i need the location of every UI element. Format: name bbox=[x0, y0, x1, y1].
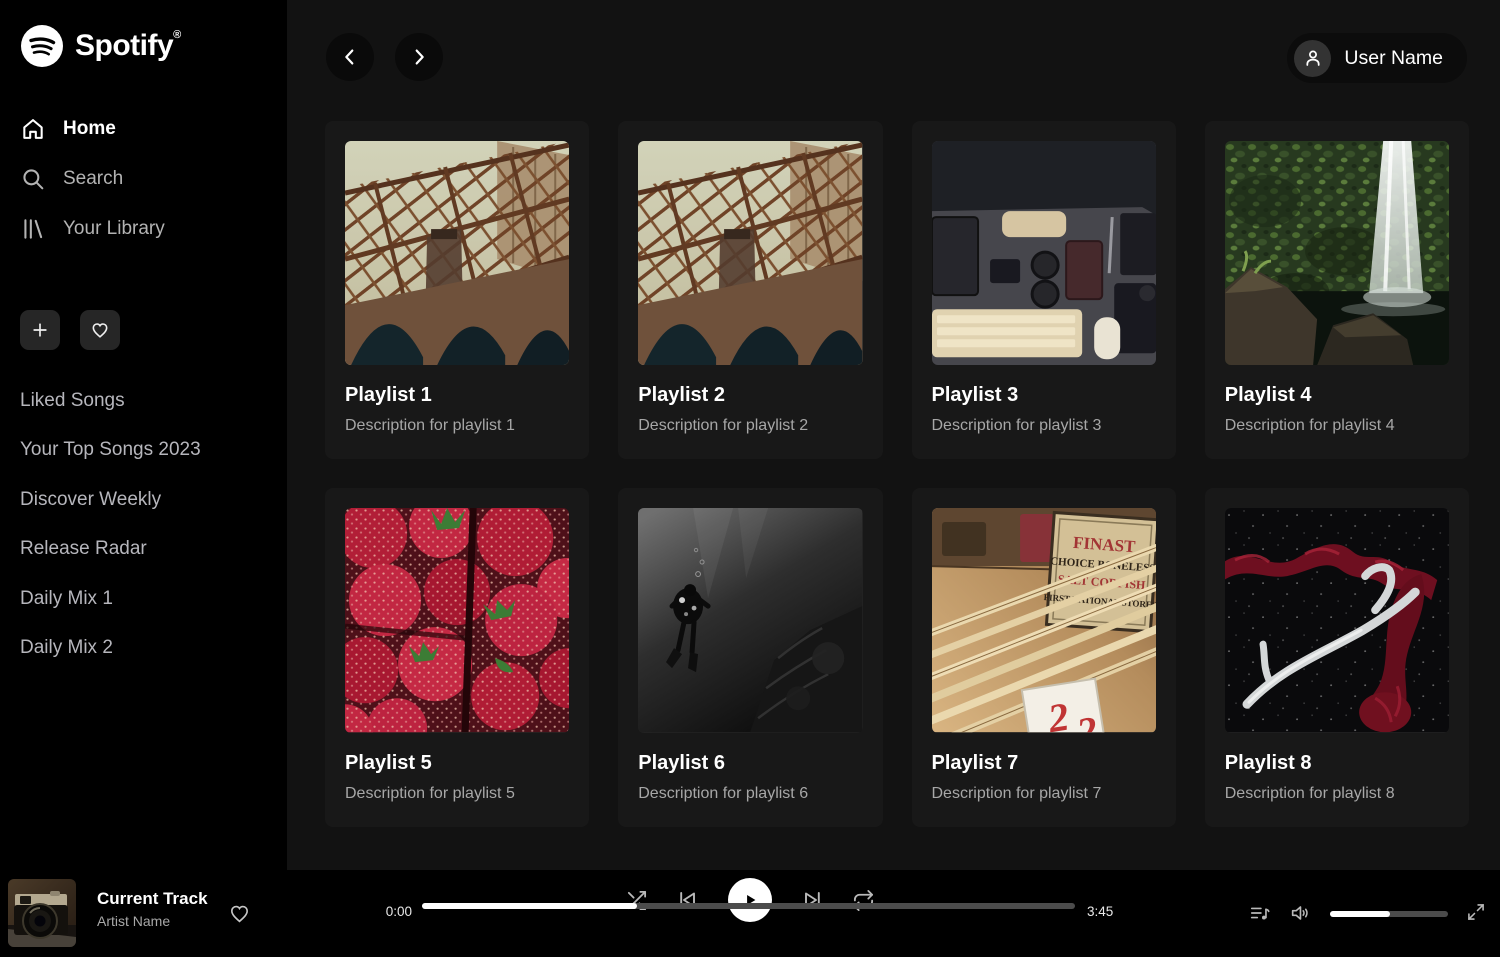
chevron-right-icon bbox=[408, 46, 430, 68]
like-track-button[interactable] bbox=[228, 902, 251, 930]
seek-bar[interactable] bbox=[422, 903, 1075, 909]
sidebar-playlist-list: Liked Songs Your Top Songs 2023 Discover… bbox=[20, 376, 267, 673]
nav-label: Your Library bbox=[63, 218, 165, 240]
playlist-card-3[interactable]: Playlist 3 Description for playlist 3 bbox=[912, 121, 1176, 459]
now-playing-album-art bbox=[8, 879, 76, 947]
spotify-logo-text: Spotify® bbox=[75, 29, 181, 63]
volume-icon bbox=[1289, 902, 1311, 924]
playlist-grid: Playlist 1 Description for playlist 1 Pl… bbox=[325, 121, 1469, 827]
playlist-title: Playlist 1 bbox=[345, 384, 569, 407]
create-playlist-button[interactable] bbox=[20, 310, 60, 350]
playlist-7-cover-rulers-image bbox=[932, 508, 1156, 732]
expand-icon bbox=[1466, 902, 1486, 922]
navigate-back-button[interactable] bbox=[326, 33, 374, 81]
sidebar-actions bbox=[20, 310, 267, 350]
user-menu-button[interactable]: User Name bbox=[1287, 33, 1467, 83]
sidebar-playlist-discover-weekly[interactable]: Discover Weekly bbox=[20, 475, 267, 525]
player-bar: Current Track Artist Name bbox=[0, 870, 1500, 957]
playlist-title: Playlist 6 bbox=[638, 752, 862, 775]
playlist-title: Playlist 8 bbox=[1225, 752, 1449, 775]
play-button[interactable] bbox=[728, 878, 772, 922]
volume-slider[interactable] bbox=[1330, 911, 1448, 917]
playlist-card-7[interactable]: Playlist 7 Description for playlist 7 bbox=[912, 488, 1176, 826]
library-icon bbox=[20, 216, 46, 242]
playlist-title: Playlist 3 bbox=[932, 384, 1156, 407]
sidebar-playlist-daily-mix-2[interactable]: Daily Mix 2 bbox=[20, 624, 267, 674]
sidebar-playlist-your-top-songs-2023[interactable]: Your Top Songs 2023 bbox=[20, 426, 267, 476]
now-playing-title: Current Track bbox=[97, 889, 208, 909]
volume-slider-fill bbox=[1330, 911, 1390, 917]
chevron-left-icon bbox=[339, 46, 361, 68]
playlist-description: Description for playlist 6 bbox=[638, 785, 862, 803]
registered-mark: ® bbox=[173, 29, 181, 41]
playlist-title: Playlist 4 bbox=[1225, 384, 1449, 407]
volume-button[interactable] bbox=[1289, 902, 1311, 924]
avatar bbox=[1294, 40, 1331, 77]
playlist-title: Playlist 7 bbox=[932, 752, 1156, 775]
playlist-card-8[interactable]: Playlist 8 Description for playlist 8 bbox=[1205, 488, 1469, 826]
sidebar-playlist-daily-mix-1[interactable]: Daily Mix 1 bbox=[20, 574, 267, 624]
sidebar: Spotify® Home Search Your Library bbox=[0, 0, 287, 870]
nav-item-search[interactable]: Search bbox=[20, 154, 267, 204]
playlist-description: Description for playlist 2 bbox=[638, 417, 862, 435]
playlist-description: Description for playlist 5 bbox=[345, 785, 569, 803]
spotify-logo-icon bbox=[20, 24, 64, 68]
elapsed-time: 0:00 bbox=[372, 904, 412, 919]
vintage-camera-image bbox=[8, 879, 76, 947]
playlist-card-1[interactable]: Playlist 1 Description for playlist 1 bbox=[325, 121, 589, 459]
search-icon bbox=[20, 166, 46, 192]
queue-music-icon bbox=[1249, 902, 1271, 924]
total-duration: 3:45 bbox=[1087, 904, 1113, 919]
seek-bar-fill bbox=[422, 903, 637, 909]
queue-button[interactable] bbox=[1249, 902, 1271, 924]
main-content: User Name Playlist 1 Description for pla… bbox=[287, 0, 1500, 870]
playlist-4-cover-waterfall-image bbox=[1225, 141, 1449, 365]
navigate-forward-button[interactable] bbox=[395, 33, 443, 81]
home-icon bbox=[20, 116, 46, 142]
playlist-8-cover-antler-image bbox=[1225, 508, 1449, 732]
spotify-app: Spotify® Home Search Your Library bbox=[0, 0, 1500, 957]
sidebar-playlist-release-radar[interactable]: Release Radar bbox=[20, 525, 267, 575]
playlist-description: Description for playlist 8 bbox=[1225, 785, 1449, 803]
person-icon bbox=[1302, 47, 1324, 69]
playlist-description: Description for playlist 3 bbox=[932, 417, 1156, 435]
playlist-description: Description for playlist 4 bbox=[1225, 417, 1449, 435]
playlist-1-cover-bridge-image bbox=[345, 141, 569, 365]
playlist-title: Playlist 5 bbox=[345, 752, 569, 775]
heart-icon bbox=[90, 320, 110, 340]
playlist-6-cover-diver-image bbox=[638, 508, 862, 732]
playlist-title: Playlist 2 bbox=[638, 384, 862, 407]
playlist-card-6[interactable]: Playlist 6 Description for playlist 6 bbox=[618, 488, 882, 826]
primary-nav: Home Search Your Library bbox=[20, 104, 267, 254]
spotify-logo[interactable]: Spotify® bbox=[20, 24, 267, 68]
plus-icon bbox=[30, 320, 50, 340]
topbar: User Name bbox=[287, 0, 1500, 83]
nav-label: Home bbox=[63, 118, 116, 140]
playlist-description: Description for playlist 1 bbox=[345, 417, 569, 435]
nav-item-your-library[interactable]: Your Library bbox=[20, 204, 267, 254]
sidebar-playlist-liked-songs[interactable]: Liked Songs bbox=[20, 376, 267, 426]
user-name-label: User Name bbox=[1344, 47, 1443, 70]
playback-controls bbox=[625, 878, 875, 922]
nav-item-home[interactable]: Home bbox=[20, 104, 267, 154]
playlist-card-5[interactable]: Playlist 5 Description for playlist 5 bbox=[325, 488, 589, 826]
playlist-5-cover-strawberries-image bbox=[345, 508, 569, 732]
playlist-description: Description for playlist 7 bbox=[932, 785, 1156, 803]
playlist-card-4[interactable]: Playlist 4 Description for playlist 4 bbox=[1205, 121, 1469, 459]
now-playing-artist: Artist Name bbox=[97, 913, 170, 929]
playlist-2-cover-bridge-image bbox=[638, 141, 862, 365]
nav-label: Search bbox=[63, 168, 123, 190]
liked-songs-button[interactable] bbox=[80, 310, 120, 350]
heart-icon bbox=[228, 902, 251, 925]
fullscreen-button[interactable] bbox=[1466, 902, 1486, 922]
playlist-card-2[interactable]: Playlist 2 Description for playlist 2 bbox=[618, 121, 882, 459]
playlist-3-cover-desk-image bbox=[932, 141, 1156, 365]
